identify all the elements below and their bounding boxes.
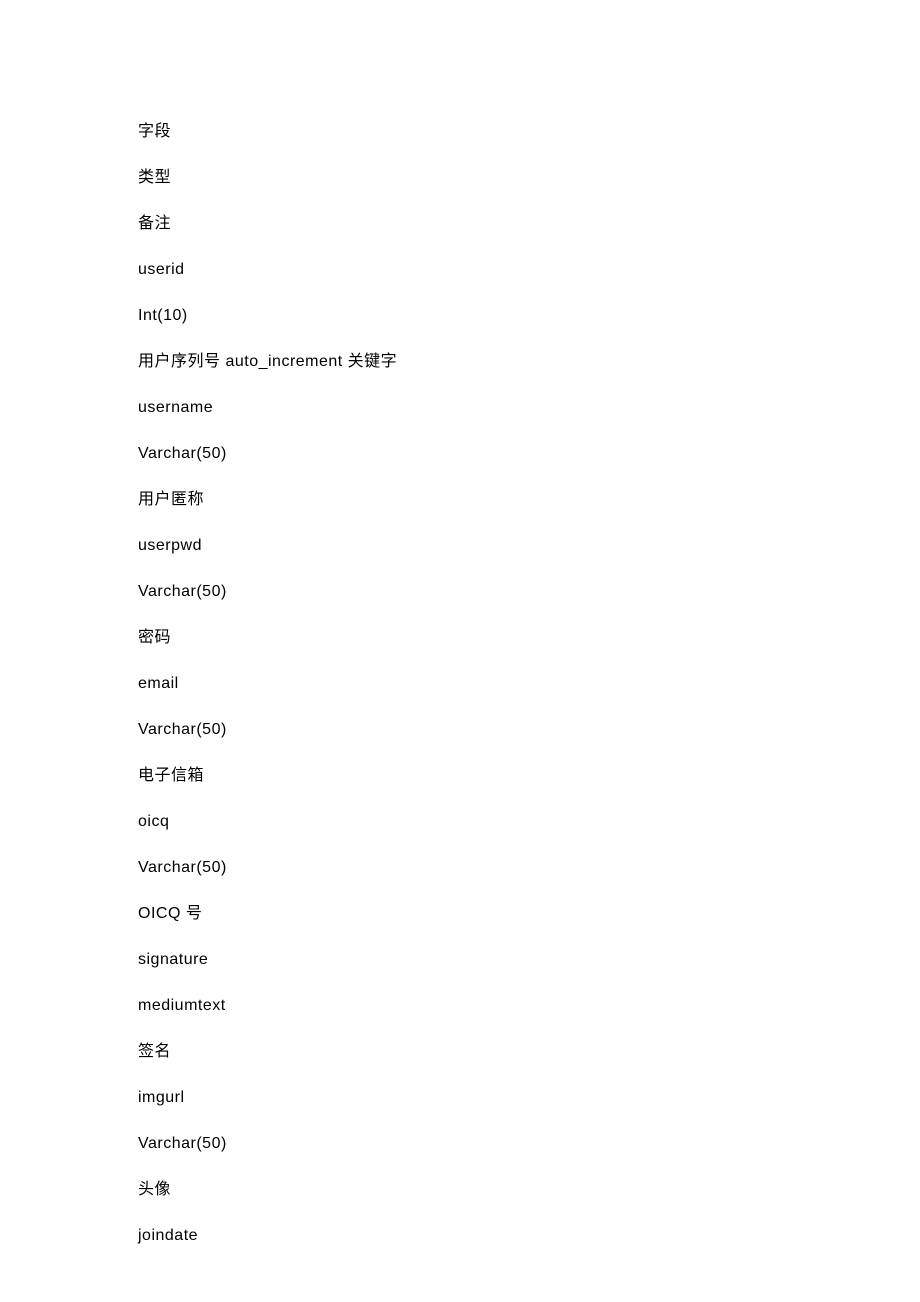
text-line: 用户序列号 auto_increment 关键字: [138, 350, 920, 374]
text-line: email: [138, 672, 920, 696]
text-line: Varchar(50): [138, 718, 920, 742]
text-line: Varchar(50): [138, 1132, 920, 1156]
text-line: oicq: [138, 810, 920, 834]
text-line: 签名: [138, 1040, 920, 1064]
text-line: Varchar(50): [138, 856, 920, 880]
text-line: userid: [138, 258, 920, 282]
text-line: 字段: [138, 120, 920, 144]
text-line: Varchar(50): [138, 580, 920, 604]
text-line: username: [138, 396, 920, 420]
text-line: 类型: [138, 166, 920, 190]
text-line: signature: [138, 948, 920, 972]
text-line: OICQ 号: [138, 902, 920, 926]
text-line: joindate: [138, 1224, 920, 1248]
text-line: 电子信箱: [138, 764, 920, 788]
text-line: 头像: [138, 1178, 920, 1202]
text-line: mediumtext: [138, 994, 920, 1018]
text-line: userpwd: [138, 534, 920, 558]
text-line: 备注: [138, 212, 920, 236]
text-line: 密码: [138, 626, 920, 650]
text-line: Int(10): [138, 304, 920, 328]
text-line: 用户匿称: [138, 488, 920, 512]
text-line: imgurl: [138, 1086, 920, 1110]
text-line: Varchar(50): [138, 442, 920, 466]
